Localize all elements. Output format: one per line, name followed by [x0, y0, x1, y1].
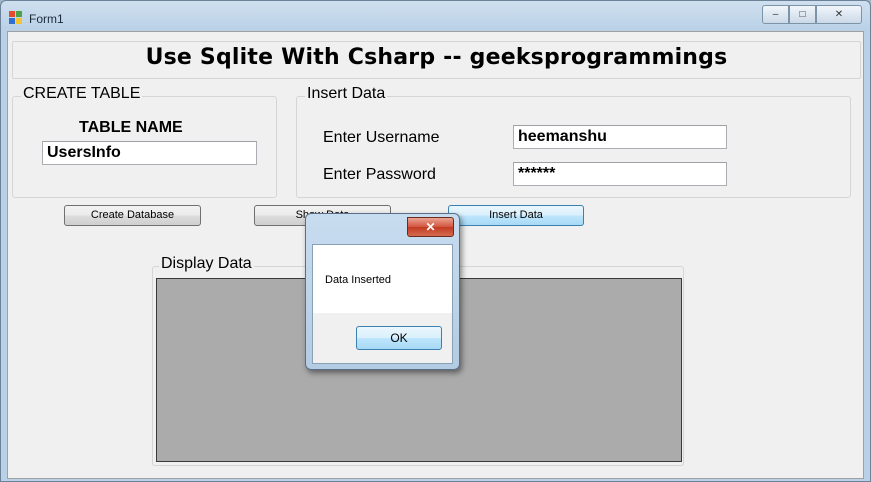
close-button[interactable]: ✕	[816, 5, 862, 24]
dialog-body: Data Inserted OK	[312, 244, 453, 364]
ok-button[interactable]: OK	[356, 326, 442, 350]
password-input[interactable]: ******	[513, 162, 727, 186]
table-name-label: TABLE NAME	[79, 119, 183, 136]
password-label: Enter Password	[323, 166, 436, 183]
table-name-input[interactable]: UsersInfo	[42, 141, 257, 165]
maximize-button[interactable]: □	[789, 5, 816, 24]
create-table-group: CREATE TABLE TABLE NAME UsersInfo	[12, 85, 277, 198]
create-table-legend: CREATE TABLE	[21, 85, 143, 103]
caption-buttons: – □ ✕	[762, 5, 862, 24]
dialog-message: Data Inserted	[325, 274, 392, 286]
insert-data-group: Insert Data Enter Username heemanshu Ent…	[296, 85, 851, 198]
window-title: Form1	[29, 12, 64, 26]
title-bar[interactable]: Form1 – □ ✕	[1, 1, 870, 31]
display-data-legend: Display Data	[159, 255, 254, 273]
username-label: Enter Username	[323, 129, 440, 146]
minimize-button[interactable]: –	[762, 5, 789, 24]
message-box: ✕ Data Inserted OK	[305, 213, 460, 370]
form-icon	[9, 11, 22, 24]
insert-data-legend: Insert Data	[305, 85, 388, 103]
insert-data-button[interactable]: Insert Data	[448, 205, 584, 226]
dialog-close-button[interactable]: ✕	[407, 217, 454, 237]
page-title: Use Sqlite With Csharp -- geeksprogrammi…	[145, 45, 728, 70]
username-input[interactable]: heemanshu	[513, 125, 727, 149]
dialog-message-area: Data Inserted	[313, 245, 452, 313]
header-panel: Use Sqlite With Csharp -- geeksprogrammi…	[12, 41, 861, 79]
create-database-button[interactable]: Create Database	[64, 205, 201, 226]
